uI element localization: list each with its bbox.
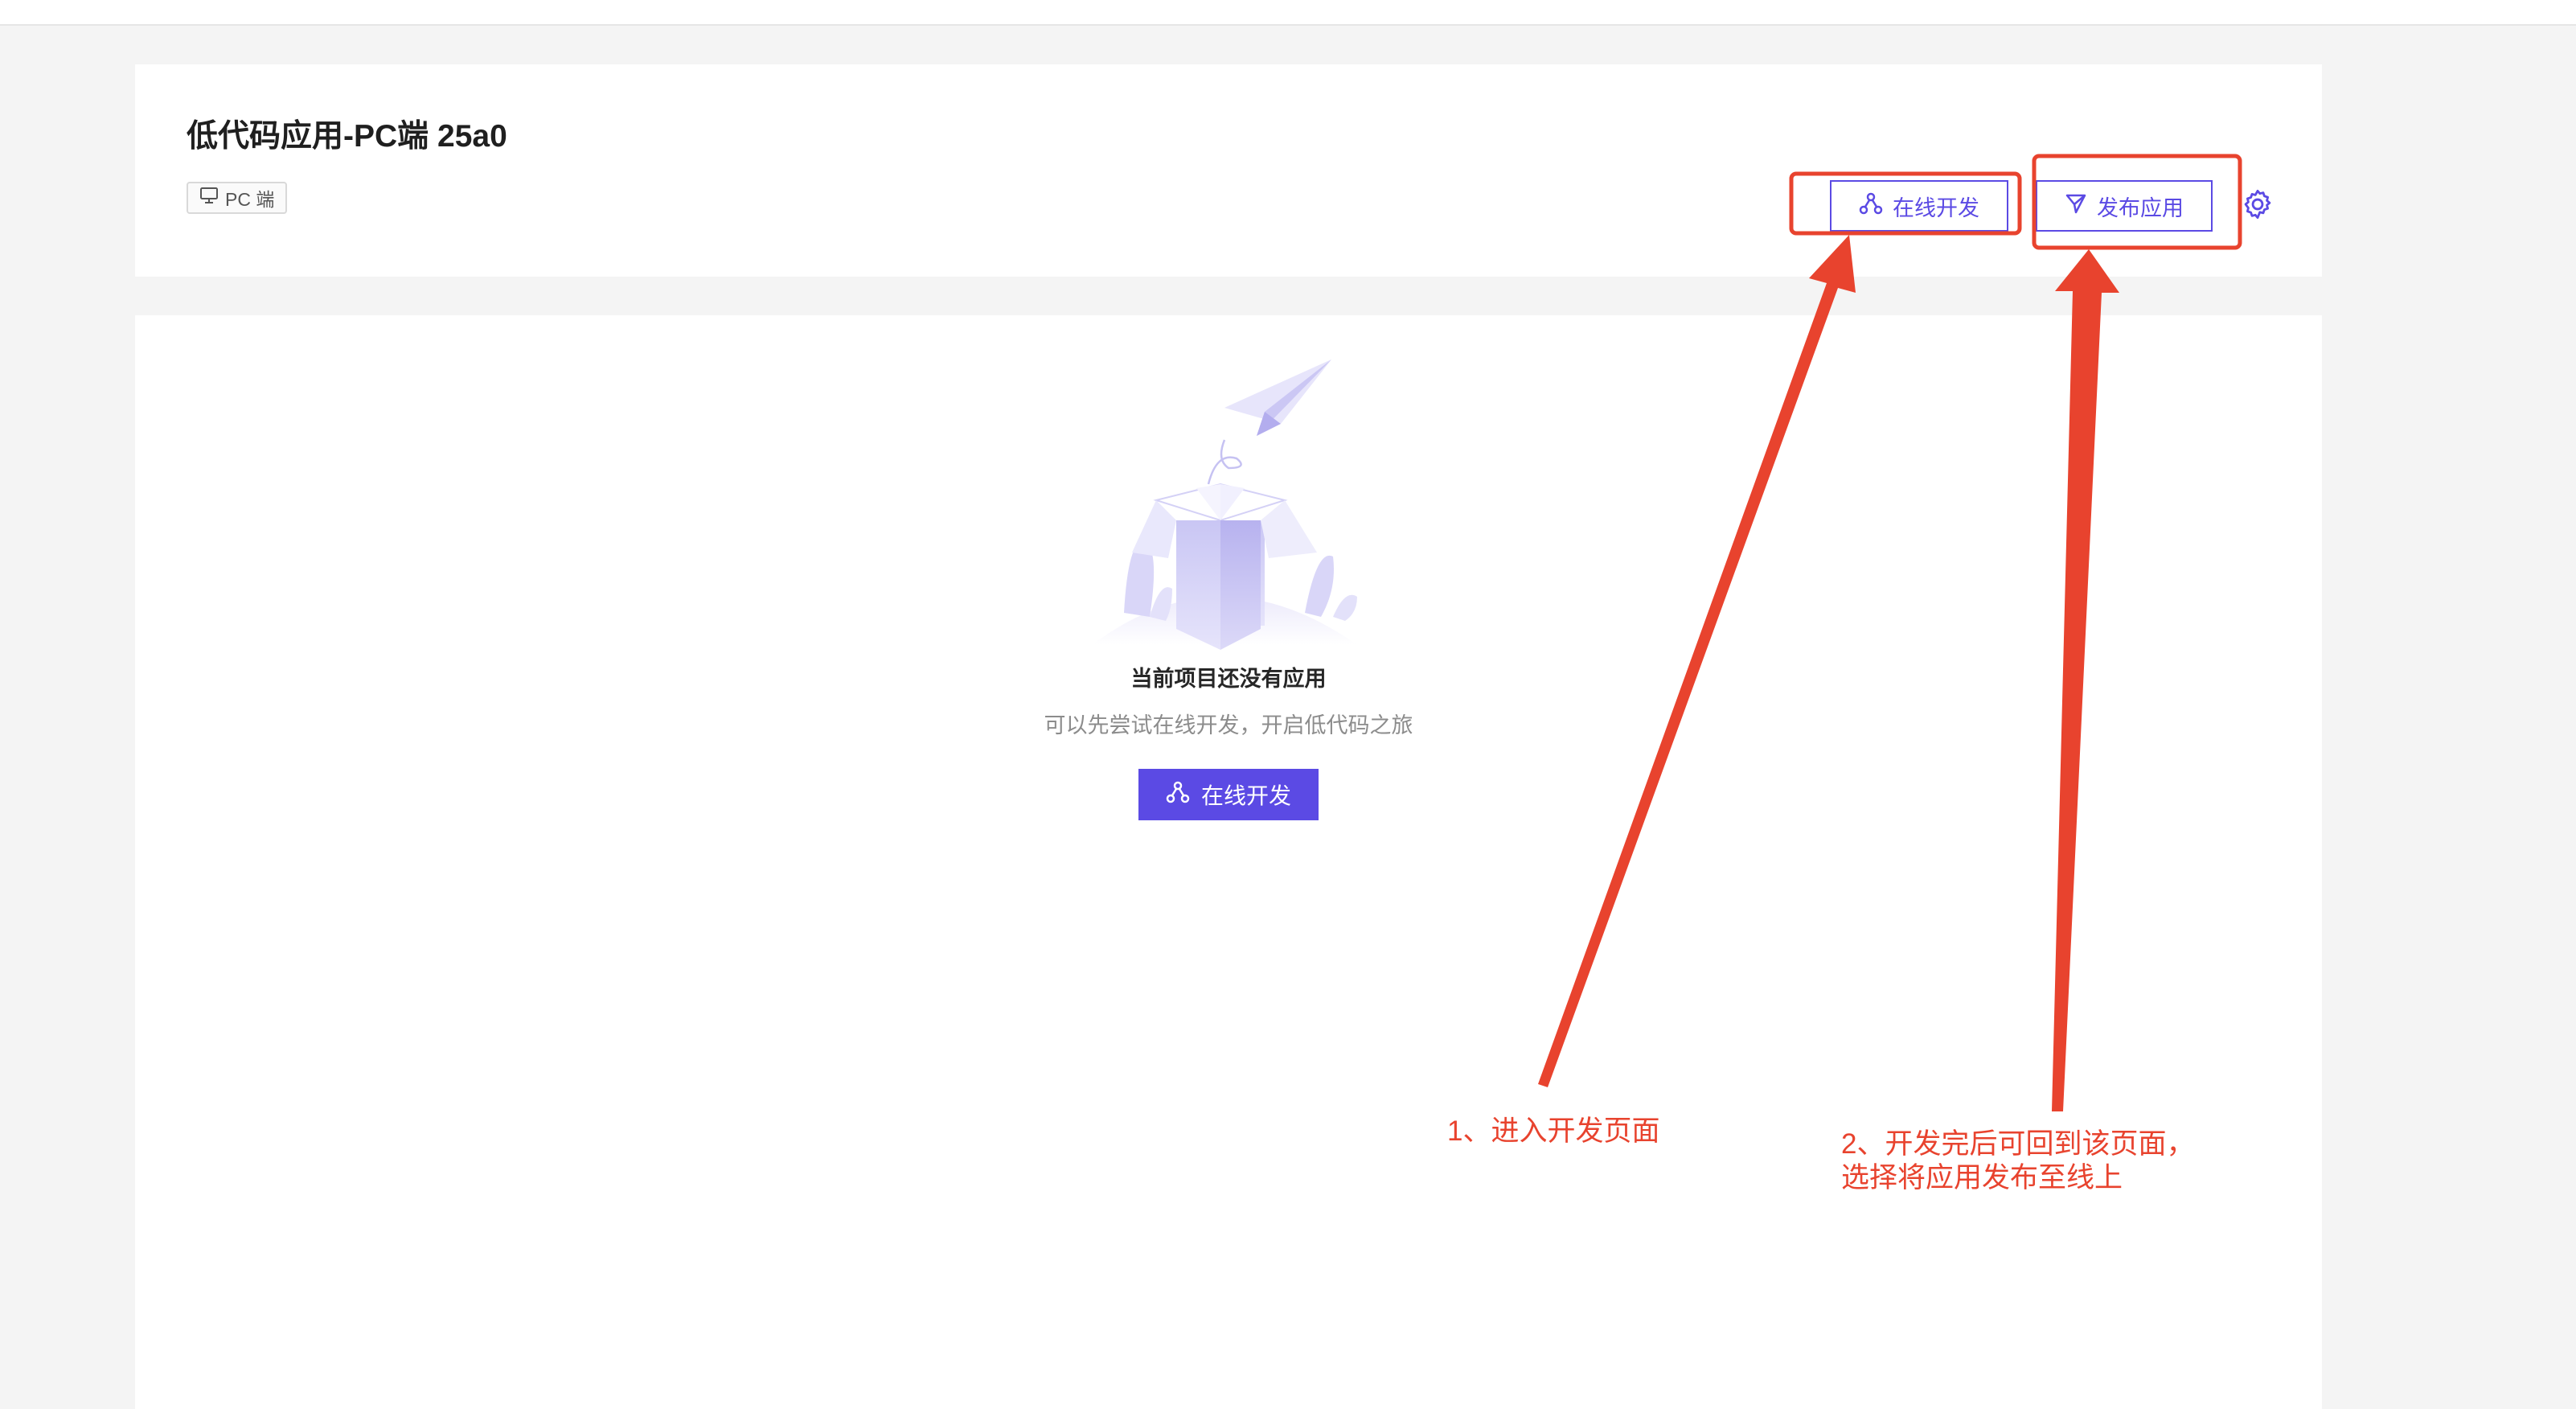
platform-tag: PC 端	[187, 182, 288, 214]
publish-app-button[interactable]: 发布应用	[2036, 180, 2213, 232]
empty-state-online-dev-button[interactable]: 在线开发	[1138, 769, 1319, 820]
app-list-card: 当前项目还没有应用 可以先尝试在线开发，开启低代码之旅 在线开发	[135, 315, 2322, 1409]
nodes-icon	[1859, 191, 1883, 221]
monitor-icon	[199, 187, 219, 209]
annotation-step-2-line2: 选择将应用发布至线上	[1841, 1162, 2123, 1193]
online-dev-button[interactable]: 在线开发	[1830, 180, 2008, 232]
annotation-step-2: 2、开发完后可回到该页面， 选择将应用发布至线上	[1841, 1128, 2194, 1195]
app-header-card: 低代码应用-PC端 25a0 PC 端 在线开发 发布应用	[135, 64, 2322, 277]
online-dev-button-label: 在线开发	[1893, 195, 1979, 220]
empty-box-illustration	[939, 347, 1502, 653]
gear-icon	[2241, 187, 2275, 225]
send-icon	[2065, 192, 2087, 220]
empty-state-title: 当前项目还没有应用	[1130, 667, 1327, 691]
platform-tag-label: PC 端	[225, 189, 275, 210]
annotation-step-1: 1、进入开发页面	[1447, 1115, 1660, 1147]
annotation-step-2-line1: 2、开发完后可回到该页面，	[1841, 1128, 2195, 1160]
publish-app-button-label: 发布应用	[2097, 195, 2184, 220]
top-bar	[0, 0, 2576, 26]
empty-state-button-label: 在线开发	[1200, 783, 1291, 808]
empty-state-subtitle: 可以先尝试在线开发，开启低代码之旅	[1044, 713, 1413, 737]
nodes-icon	[1166, 780, 1190, 810]
app-title: 低代码应用-PC端 25a0	[187, 119, 507, 154]
settings-button[interactable]	[2237, 185, 2279, 227]
